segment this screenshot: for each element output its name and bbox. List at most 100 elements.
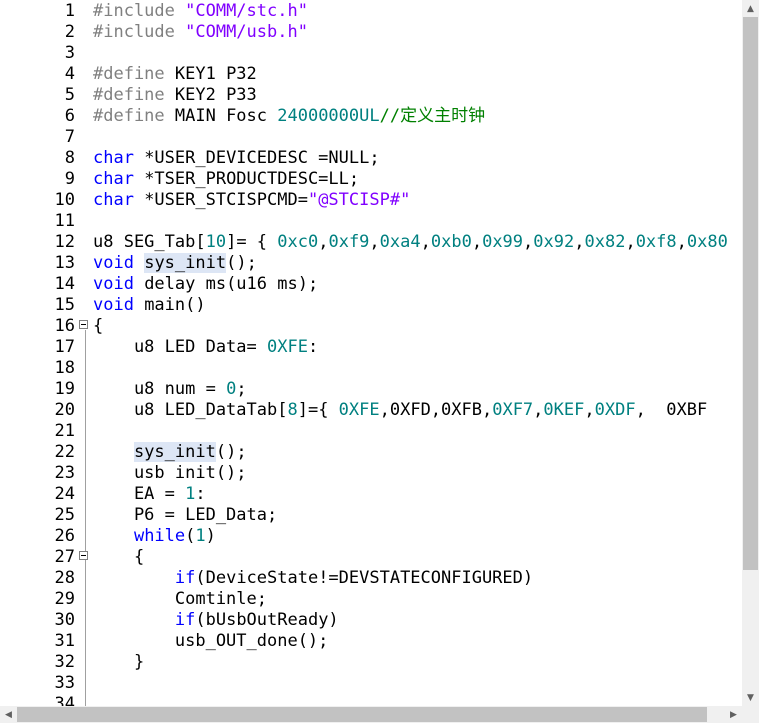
code-text: #include "COMM/usb.h": [93, 22, 308, 43]
code-line[interactable]: 16 {: [0, 316, 742, 337]
code-token: #define: [93, 106, 175, 126]
code-line[interactable]: 3: [0, 43, 742, 64]
code-token: ,: [676, 232, 687, 252]
code-line[interactable]: 23 usb init();: [0, 463, 742, 484]
code-token: 0x80: [686, 232, 728, 252]
code-line[interactable]: 19 u8 num = 0;: [0, 379, 742, 400]
code-token: 0x92: [533, 232, 575, 252]
code-token: "COMM/usb.h": [185, 22, 308, 42]
code-line[interactable]: 29 Comtinle;: [0, 589, 742, 610]
code-line[interactable]: 14 void delay ms(u16 ms);: [0, 274, 742, 295]
code-token: ,: [584, 400, 595, 420]
code-line[interactable]: 30 if(bUsbOutReady): [0, 610, 742, 631]
code-line[interactable]: 7: [0, 127, 742, 148]
code-line[interactable]: 9 char *TSER_PRODUCTDESC=LL;: [0, 169, 742, 190]
code-line[interactable]: 2 #include "COMM/usb.h": [0, 22, 742, 43]
line-number: 15: [54, 295, 75, 315]
code-line[interactable]: 24 EA = 1:: [0, 484, 742, 505]
code-line[interactable]: 26 while(1): [0, 526, 742, 547]
code-token: KEY2 P33: [174, 85, 257, 105]
code-token: 0XFE: [267, 337, 308, 357]
code-token: KEY1 P32: [174, 64, 257, 84]
code-token: main(): [133, 295, 206, 315]
code-line[interactable]: 15 void main(): [0, 295, 742, 316]
line-number: 19: [54, 379, 75, 399]
code-line[interactable]: 32 }: [0, 652, 742, 673]
code-text: usb init();: [93, 463, 247, 484]
line-number: 4: [64, 64, 75, 84]
code-text: {: [93, 547, 144, 568]
code-text: char *USER_DEVICEDESC =NULL;: [93, 148, 380, 169]
code-text: u8 LED Data= 0XFE:: [93, 337, 318, 358]
code-token: ,: [533, 400, 544, 420]
code-line[interactable]: 5 #define KEY2 P33: [0, 85, 742, 106]
code-token: 0xb0: [430, 232, 472, 252]
code-token: ();: [215, 442, 247, 462]
code-line[interactable]: 1 #include "COMM/stc.h": [0, 1, 742, 22]
code-line[interactable]: 11: [0, 211, 742, 232]
code-token: ,: [574, 232, 585, 252]
code-token: 0x82: [584, 232, 626, 252]
code-editor[interactable]: 1 #include "COMM/stc.h" 2 #include "COMM/us…: [0, 0, 742, 706]
vertical-scroll-thumb[interactable]: [743, 17, 758, 570]
line-number: 26: [54, 526, 75, 546]
code-token: if: [174, 568, 196, 588]
code-line[interactable]: 27 {: [0, 547, 742, 568]
code-line[interactable]: 6 #define MAIN Fosc 24000000UL//定义主时钟: [0, 106, 742, 127]
code-token: 0XF7: [492, 400, 534, 420]
scrollbar-corner: [742, 706, 759, 723]
code-line[interactable]: 20 u8 LED_DataTab[8]={ 0XFE,0XFD,0XFB,0X…: [0, 400, 742, 421]
code-token: ): [205, 526, 216, 546]
code-token: 0xa4: [379, 232, 421, 252]
code-token: ;: [236, 379, 247, 399]
fold-toggle-icon[interactable]: [79, 551, 88, 560]
code-token: 1: [185, 484, 196, 504]
code-line[interactable]: 33: [0, 673, 742, 694]
horizontal-scrollbar[interactable]: ◀ ▶: [0, 706, 742, 723]
code-token: 0xf8: [635, 232, 677, 252]
code-text: if(bUsbOutReady): [93, 610, 339, 631]
line-number: 9: [64, 169, 75, 189]
code-line[interactable]: 25 P6 = LED_Data;: [0, 505, 742, 526]
horizontal-scroll-thumb[interactable]: [17, 707, 707, 722]
code-token: ,: [420, 232, 431, 252]
code-line[interactable]: 34: [0, 694, 742, 706]
line-number: 21: [54, 421, 75, 441]
code-line[interactable]: 4 #define KEY1 P32: [0, 64, 742, 85]
code-token: 0XFE: [338, 400, 380, 420]
code-line[interactable]: 10 char *USER_STCISPCMD="@STCISP#": [0, 190, 742, 211]
code-token: EA =: [93, 484, 186, 504]
code-line[interactable]: 31 usb_OUT_done();: [0, 631, 742, 652]
code-line[interactable]: 22 sys_init();: [0, 442, 742, 463]
scroll-left-arrow-icon[interactable]: ◀: [0, 706, 17, 723]
code-token: 0xc0: [277, 232, 319, 252]
vertical-scrollbar[interactable]: ▲ ▼: [742, 0, 759, 706]
code-line[interactable]: 8 char *USER_DEVICEDESC =NULL;: [0, 148, 742, 169]
code-line[interactable]: 12 u8 SEG_Tab[10]= { 0xc0,0xf9,0xa4,0xb0,…: [0, 232, 742, 253]
code-line[interactable]: 21: [0, 421, 742, 442]
code-line[interactable]: 17 u8 LED Data= 0XFE:: [0, 337, 742, 358]
code-line[interactable]: 18: [0, 358, 742, 379]
line-number: 2: [64, 22, 75, 42]
fold-toggle-icon[interactable]: [79, 320, 88, 329]
line-number: 22: [54, 442, 75, 462]
line-number: 33: [54, 673, 75, 693]
code-token: }: [93, 652, 145, 672]
code-line[interactable]: 28 if(DeviceState!=DEVSTATECONFIGURED): [0, 568, 742, 589]
code-token: 0: [226, 379, 237, 399]
scroll-up-arrow-icon[interactable]: ▲: [742, 0, 759, 17]
code-token: delay ms(u16 ms);: [133, 274, 319, 294]
scroll-down-arrow-icon[interactable]: ▼: [742, 689, 759, 706]
code-token: ,: [523, 232, 534, 252]
line-number: 23: [54, 463, 75, 483]
code-token: ]={: [297, 400, 339, 420]
code-line[interactable]: 13 void sys_init();: [0, 253, 742, 274]
code-token: u8 SEG_Tab[: [93, 232, 206, 252]
scroll-right-arrow-icon[interactable]: ▶: [725, 706, 742, 723]
code-text: }: [93, 652, 144, 673]
line-number: 10: [54, 190, 75, 210]
line-number: 18: [54, 358, 75, 378]
line-number: 24: [54, 484, 75, 504]
